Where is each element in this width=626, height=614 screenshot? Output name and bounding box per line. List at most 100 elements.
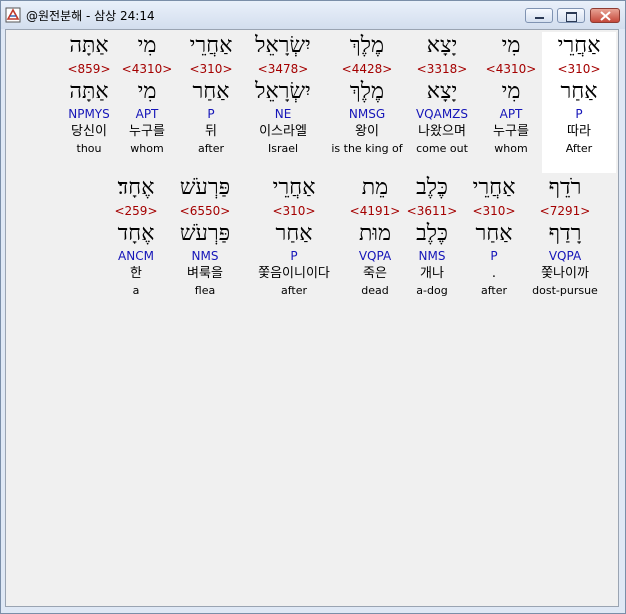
english-gloss: dead	[361, 284, 389, 297]
parsing-code: NE	[274, 107, 292, 121]
korean-gloss: 뒤	[205, 124, 217, 139]
parsing-code: P	[490, 249, 498, 263]
strong-number-link[interactable]: <4310>	[474, 60, 548, 78]
english-gloss: Israel	[267, 142, 299, 155]
hebrew-word: רֹדֵף	[548, 175, 582, 200]
lemma-word: אַחַר	[475, 221, 513, 246]
word-entry[interactable]: אַחֲרֵי <310> אַחַר P 따라 After	[542, 32, 616, 173]
lemma-word: מוּת	[358, 221, 392, 246]
maximize-button[interactable]	[557, 8, 585, 23]
close-icon	[600, 11, 611, 21]
korean-gloss: 당신이	[71, 124, 107, 139]
parsing-code: NMSG	[348, 107, 386, 121]
korean-gloss: .	[491, 266, 497, 281]
korean-gloss: 죽은	[363, 266, 387, 281]
title-bar[interactable]: @원전분해 - 삼상 24:14	[1, 1, 625, 29]
strong-number-link[interactable]: <4191>	[340, 202, 410, 220]
english-gloss: a	[132, 284, 140, 297]
lemma-word: מִי	[501, 79, 521, 104]
strong-number-link[interactable]: <310>	[458, 202, 530, 220]
lemma-word: אֶחָד	[117, 221, 155, 246]
parsing-code: ANCM	[118, 249, 154, 263]
korean-gloss: 따라	[567, 124, 591, 139]
parsing-code: NMS	[191, 249, 219, 263]
english-gloss: after	[197, 142, 225, 155]
lemma-word: אַחַר	[275, 221, 313, 246]
parsing-code: VQAMZS	[415, 107, 469, 121]
parsing-code: APT	[499, 107, 523, 121]
word-entry[interactable]: אַחֲרֵי <310> אַחַר P . after	[458, 174, 530, 300]
parsing-code: P	[575, 107, 583, 121]
strong-number-link[interactable]: <859>	[52, 60, 126, 78]
strong-number-link[interactable]: <7291>	[522, 202, 608, 220]
strong-number-link[interactable]: <4428>	[320, 60, 414, 78]
hebrew-word: יִשְׂרָאֵל	[255, 33, 311, 58]
parsing-code: VQPA	[548, 249, 582, 263]
korean-gloss: 쫓음이니이다	[258, 266, 330, 281]
hebrew-word: יָצָא	[426, 33, 458, 58]
hebrew-word: אֶחָד׃	[117, 175, 155, 200]
strong-number-link[interactable]: <310>	[542, 60, 616, 78]
english-gloss: after	[280, 284, 308, 297]
strong-number-link[interactable]: <310>	[174, 60, 248, 78]
hebrew-word: אַחֲרֵי	[189, 33, 233, 58]
minimize-icon	[535, 17, 544, 19]
hebrew-word: אַחֲרֵי	[272, 175, 316, 200]
parsing-code: VQPA	[358, 249, 392, 263]
english-gloss: thou	[76, 142, 102, 155]
strong-number-link[interactable]: <3478>	[246, 60, 320, 78]
strong-number-link[interactable]: <6550>	[168, 202, 242, 220]
close-button[interactable]	[590, 8, 620, 23]
strong-number-link[interactable]: <3318>	[405, 60, 479, 78]
korean-gloss: 누구를	[493, 124, 529, 139]
word-entry[interactable]: יָצָא <3318> יָצָא VQAMZS 나왔으며 come out	[405, 32, 479, 158]
english-gloss: after	[480, 284, 508, 297]
korean-gloss: 이스라엘	[259, 124, 307, 139]
english-gloss: After	[565, 142, 593, 155]
interlinear-panel: אַחֲרֵי <310> אַחַר P 따라 After מִי <4310…	[5, 29, 619, 607]
word-entry[interactable]: אַחֲרֵי <310> אַחַר P 쫓음이니이다 after	[242, 174, 346, 300]
maximize-icon	[566, 12, 577, 22]
hebrew-word: מִי	[501, 33, 521, 58]
app-window: @원전분해 - 삼상 24:14 אַחֲרֵי <310> אַחַר P 따…	[0, 0, 626, 614]
english-gloss: whom	[494, 142, 528, 155]
window-title: @원전분해 - 삼상 24:14	[26, 9, 155, 23]
english-gloss: flea	[194, 284, 216, 297]
app-logo-icon	[5, 7, 21, 23]
hebrew-word: מֶלֶךְ	[349, 33, 385, 58]
strong-number-link[interactable]: <259>	[98, 202, 174, 220]
lemma-word: אַחַר	[192, 79, 230, 104]
hebrew-word: מֵת	[361, 175, 389, 200]
hebrew-word: אַחֲרֵי	[472, 175, 516, 200]
lemma-word: יִשְׂרָאֵל	[255, 79, 311, 104]
lemma-word: אַחַר	[560, 79, 598, 104]
word-entry[interactable]: יִשְׂרָאֵל <3478> יִשְׂרָאֵל NE 이스라엘 Isr…	[246, 32, 320, 158]
lemma-word: פַּרְעֹשׁ	[179, 221, 231, 246]
english-gloss: is the king of	[331, 142, 403, 155]
hebrew-word: אַחֲרֵי	[557, 33, 601, 58]
hebrew-word: פַּרְעֹשׁ	[179, 175, 231, 200]
lemma-word: מֶלֶךְ	[349, 79, 385, 104]
korean-gloss: 쫓나이까	[541, 266, 589, 281]
hebrew-word: אַתָּה	[69, 33, 109, 58]
lemma-word: רָדַף	[548, 221, 582, 246]
word-entry[interactable]: אֶחָד׃ <259> אֶחָד ANCM 한 a	[98, 174, 174, 300]
korean-gloss: 벼룩을	[187, 266, 223, 281]
word-entry[interactable]: אַחֲרֵי <310> אַחַר P 뒤 after	[174, 32, 248, 158]
parsing-code: NPMYS	[68, 107, 110, 121]
lemma-word: יָצָא	[426, 79, 458, 104]
verse-line: רֹדֵף <7291> רָדַף VQPA 쫓나이까 dost-pursue…	[6, 172, 618, 322]
lemma-word: אַתָּה	[69, 79, 109, 104]
strong-number-link[interactable]: <310>	[242, 202, 346, 220]
parsing-code: P	[290, 249, 298, 263]
verse-line: אַחֲרֵי <310> אַחַר P 따라 After מִי <4310…	[6, 30, 618, 180]
word-entry[interactable]: מֶלֶךְ <4428> מֶלֶךְ NMSG 왕이 is the king…	[320, 32, 414, 158]
word-entry[interactable]: פַּרְעֹשׁ <6550> פַּרְעֹשׁ NMS 벼룩을 flea	[168, 174, 242, 300]
english-gloss: dost-pursue	[532, 284, 598, 297]
word-entry[interactable]: מֵת <4191> מוּת VQPA 죽은 dead	[340, 174, 410, 300]
minimize-button[interactable]	[525, 8, 553, 23]
word-entry[interactable]: מִי <4310> מִי APT 누구를 whom	[474, 32, 548, 158]
word-entry[interactable]: אַתָּה <859> אַתָּה NPMYS 당신이 thou	[52, 32, 126, 158]
word-entry[interactable]: רֹדֵף <7291> רָדַף VQPA 쫓나이까 dost-pursue	[522, 174, 608, 300]
english-gloss: come out	[416, 142, 468, 155]
